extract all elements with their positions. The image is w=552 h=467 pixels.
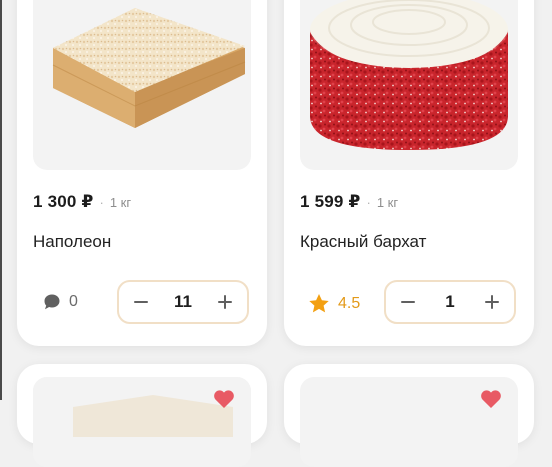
product-image[interactable] <box>300 377 518 467</box>
price-row: 1 599 ₽ · 1 кг <box>300 192 398 212</box>
comments-value: 0 <box>69 293 78 310</box>
product-weight: 1 кг <box>109 195 132 210</box>
decrement-button[interactable] <box>133 294 149 310</box>
comments-count[interactable]: 0 <box>43 293 78 311</box>
product-image[interactable] <box>300 0 518 170</box>
decrement-button[interactable] <box>400 294 416 310</box>
product-weight: 1 кг <box>376 195 399 210</box>
quantity-value: 1 <box>445 292 455 311</box>
heart-icon[interactable] <box>213 389 235 409</box>
product-card-red-velvet[interactable]: 1 599 ₽ · 1 кг Красный бархат 4.5 1 <box>284 0 534 346</box>
heart-icon[interactable] <box>480 389 502 409</box>
product-name[interactable]: Красный бархат <box>300 232 426 252</box>
star-icon <box>309 294 329 313</box>
price-separator: · <box>366 195 371 210</box>
product-card[interactable] <box>17 364 267 467</box>
product-image[interactable] <box>33 377 251 467</box>
product-card[interactable] <box>284 364 534 467</box>
price-row: 1 300 ₽ · 1 кг <box>33 192 131 212</box>
increment-button[interactable] <box>484 294 500 310</box>
quantity-stepper[interactable]: 11 <box>117 280 249 324</box>
rating-value: 4.5 <box>338 294 361 312</box>
product-price: 1 599 ₽ <box>300 192 361 211</box>
window-edge <box>0 0 2 400</box>
quantity-value: 11 <box>174 292 192 311</box>
product-card-napoleon[interactable]: 1 300 ₽ · 1 кг Наполеон 0 11 <box>17 0 267 346</box>
rating[interactable]: 4.5 <box>308 293 360 314</box>
product-price: 1 300 ₽ <box>33 192 94 211</box>
product-name[interactable]: Наполеон <box>33 232 111 252</box>
product-image[interactable] <box>33 0 251 170</box>
napoleon-cake-illustration <box>52 8 246 128</box>
quantity-stepper[interactable]: 1 <box>384 280 516 324</box>
red-velvet-cake-illustration <box>310 0 508 150</box>
increment-button[interactable] <box>217 294 233 310</box>
comment-icon <box>44 294 60 310</box>
price-separator: · <box>99 195 104 210</box>
